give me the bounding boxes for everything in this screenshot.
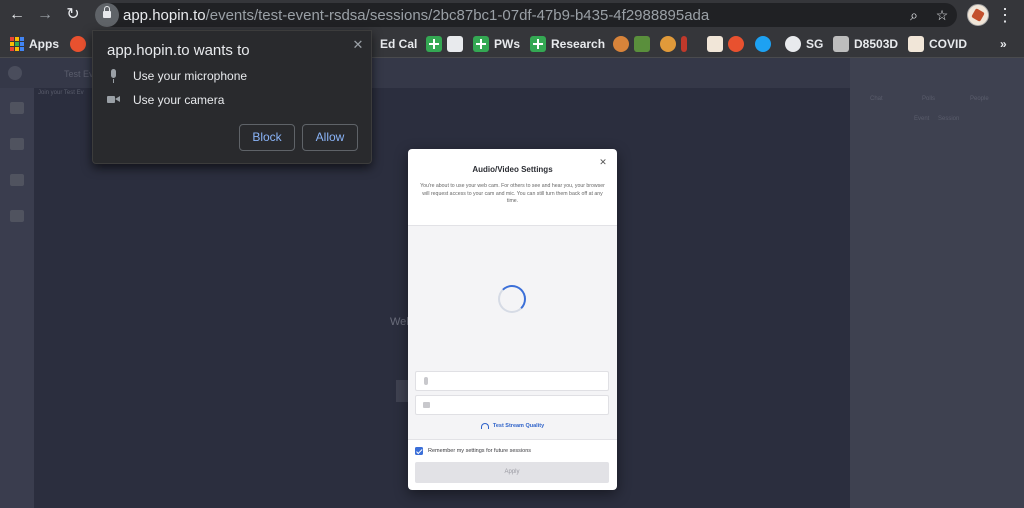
bookmarks-overflow[interactable]: » (1000, 34, 1007, 54)
globe-icon (785, 36, 801, 52)
menu-kebab-icon[interactable]: ⋮ (996, 5, 1014, 25)
modal-description: You're about to use your web cam. For ot… (420, 183, 605, 204)
tab-people[interactable]: People (970, 96, 989, 102)
app-tab-label: Test Ev (64, 69, 94, 79)
apply-button[interactable]: Apply (415, 462, 609, 483)
browser-toolbar: ← → ↻ app.hopin.to/events/test-event-rsd… (0, 0, 1024, 30)
permission-prompt: app.hopin.to wants to ✕ Use your microph… (92, 30, 372, 164)
bookmark-chart[interactable] (447, 34, 463, 54)
remember-checkbox[interactable] (415, 447, 423, 455)
camera-icon (423, 402, 430, 408)
remember-settings[interactable]: Remember my settings for future sessions (415, 447, 531, 455)
bookmark-favicon-icon (660, 36, 676, 52)
bookmark-favicon-5[interactable] (681, 34, 687, 54)
close-icon[interactable]: ✕ (351, 37, 365, 53)
camera-select[interactable] (415, 395, 609, 415)
zoom-icon[interactable]: ⌕ (905, 6, 923, 24)
bookmark-green-1[interactable] (426, 34, 442, 54)
bookmark-favicon-6[interactable] (707, 34, 723, 54)
close-icon[interactable]: ✕ (597, 157, 609, 168)
url-text: app.hopin.to/events/test-event-rsdsa/ses… (123, 7, 710, 24)
microphone-select[interactable] (415, 371, 609, 391)
bookmark-twitter[interactable] (755, 34, 771, 54)
bookmark-favicon-icon (634, 36, 650, 52)
allow-button[interactable]: Allow (302, 124, 358, 151)
camera-icon (107, 93, 120, 107)
permission-title: app.hopin.to wants to (107, 42, 250, 59)
lock-icon[interactable] (95, 3, 119, 27)
block-button[interactable]: Block (239, 124, 295, 151)
bookmark-favicon-icon (707, 36, 723, 52)
bookmark-favicon-1[interactable] (70, 34, 86, 54)
tab-polls[interactable]: Polls (922, 96, 935, 102)
apps-grid-icon (10, 37, 24, 51)
sidebar-icon[interactable] (10, 102, 24, 114)
stage-sub-label: Join your Test Ev (38, 90, 84, 96)
star-icon[interactable]: ☆ (933, 6, 951, 24)
bookmark-favicon-icon (70, 36, 86, 52)
bookmark-favicon-4[interactable] (660, 34, 676, 54)
bookmark-favicon-icon (908, 36, 924, 52)
bookmark-pws[interactable]: PWs (473, 34, 520, 54)
subtab-session[interactable]: Session (938, 116, 959, 122)
bookmark-favicon-icon (681, 36, 687, 52)
permission-camera-row: Use your camera (107, 91, 224, 109)
modal-title: Audio/Video Settings (472, 165, 553, 174)
bookmark-favicon-2[interactable] (613, 34, 629, 54)
sheets-icon (426, 36, 442, 52)
bookmark-favicon-icon (833, 36, 849, 52)
sidebar-icon[interactable] (10, 138, 24, 150)
sidebar-icon[interactable] (10, 210, 24, 222)
settings-gear-icon[interactable] (8, 66, 22, 80)
tab-chat[interactable]: Chat (870, 96, 883, 102)
gauge-icon (480, 423, 489, 429)
sidebar-icon[interactable] (10, 174, 24, 186)
sheets-icon (473, 36, 489, 52)
bookmark-sg[interactable]: SG (785, 34, 823, 54)
microphone-icon (424, 377, 428, 385)
bookmark-favicon-7[interactable] (728, 34, 744, 54)
sheets-icon (530, 36, 546, 52)
app-sidebar (0, 88, 34, 508)
bookmark-favicon-icon (728, 36, 744, 52)
welcome-heading: Wel (390, 316, 409, 328)
reload-icon[interactable]: ↻ (63, 5, 83, 25)
bookmark-favicon-icon (613, 36, 629, 52)
profile-avatar[interactable] (967, 4, 989, 26)
twitter-icon (755, 36, 771, 52)
video-preview (408, 225, 617, 440)
loading-spinner-icon (498, 285, 526, 313)
app-right-panel: Chat Polls People Event Session (850, 58, 1024, 508)
av-settings-modal: Audio/Video Settings ✕ You're about to u… (408, 149, 617, 490)
subtab-event[interactable]: Event (914, 116, 929, 122)
bookmark-covid[interactable]: COVID (908, 34, 967, 54)
bookmark-d8503d[interactable]: D8503D (833, 34, 898, 54)
forward-arrow-icon[interactable]: → (35, 5, 55, 25)
test-stream-quality-link[interactable]: Test Stream Quality (408, 423, 617, 429)
chart-icon (447, 36, 463, 52)
address-bar[interactable]: app.hopin.to/events/test-event-rsdsa/ses… (95, 3, 957, 27)
bookmark-research[interactable]: Research (530, 34, 605, 54)
microphone-icon (107, 69, 119, 83)
back-arrow-icon[interactable]: ← (7, 5, 27, 25)
permission-microphone-row: Use your microphone (107, 67, 247, 85)
bookmark-favicon-3[interactable] (634, 34, 650, 54)
bookmark-ed-cal[interactable]: Ed Cal (380, 34, 417, 54)
bookmark-apps[interactable]: Apps (10, 34, 59, 54)
